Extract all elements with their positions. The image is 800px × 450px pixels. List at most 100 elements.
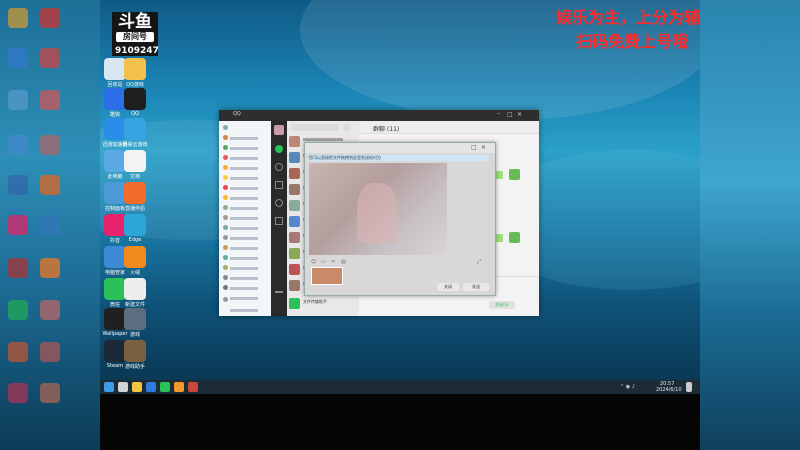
overlay-chat-popup[interactable]: ✕ □ 您可以直接把文件拖拽到这里发送给对方 ☺ ▭ ✂ ▤ ⤢ 关闭 发送 [304,142,496,296]
douyin-icon[interactable] [104,214,126,236]
left-blurred-backdrop [0,0,100,450]
stream-bottom-bar [100,394,700,450]
maximize-icon[interactable]: □ [471,144,477,151]
blurred-icon [40,300,60,320]
menu-icon[interactable] [275,291,283,293]
search-input[interactable] [291,124,339,131]
explorer-icon[interactable] [132,382,142,392]
minimize-icon[interactable]: – [497,110,500,117]
chat-icon[interactable] [275,145,283,153]
desktop-icon-label: 文档 [129,174,140,180]
blurred-icon [40,175,60,195]
game-icon[interactable] [124,308,146,330]
wechat-sidebar[interactable] [271,121,287,316]
wechat-icon[interactable] [160,382,170,392]
blurred-icon [8,90,28,110]
logo-text: 斗鱼 [118,12,152,32]
notification-icon[interactable] [686,382,692,392]
add-icon[interactable] [343,124,351,131]
file-transfer-label: 文件传输助手 [303,299,327,304]
close-button[interactable]: 关闭 [437,283,459,291]
blurred-icon [8,342,28,362]
send-button[interactable]: 发送(S) [489,301,515,309]
document-icon[interactable] [124,150,146,172]
promo-line-2: 扫码免费上号哦 [575,32,688,51]
list-item[interactable]: 文件传输助手 [289,297,357,311]
moments-icon[interactable] [275,199,283,207]
computer-icon[interactable] [104,150,126,172]
blurred-icon [8,48,28,68]
room-number: 9109247 [115,46,159,56]
live-companion-icon[interactable] [124,182,146,204]
blurred-icon [40,258,60,278]
close-icon[interactable]: ✕ [481,144,486,151]
kugou-icon[interactable] [104,88,126,110]
huorong-icon[interactable] [124,246,146,268]
blurred-icon [8,258,28,278]
windows-taskbar[interactable]: ⌃ ◉ ♪ 20:57 2024/6/10 [100,380,700,394]
wallpaper-icon[interactable] [104,308,126,330]
scissors-icon[interactable]: ✂ [331,259,335,265]
contacts-icon[interactable] [275,163,283,171]
logo-subtext: 房间号 [116,32,154,42]
media-icon[interactable] [188,382,198,392]
booster-icon[interactable] [104,118,126,140]
chat-title: 群聊 (11) [373,126,400,133]
image-thumbnail[interactable] [311,267,343,285]
desktop-icon-label: 游戏助手 [124,364,145,370]
wechat-icon[interactable] [104,278,126,300]
edge-icon[interactable] [124,214,146,236]
desktop-icon-label: QQ游戏 [126,82,144,88]
steam-icon[interactable] [104,340,126,362]
blurred-icon [40,383,60,403]
file-icon[interactable] [124,278,146,300]
control-panel-icon[interactable] [104,182,126,204]
video-preview [309,163,447,255]
tray-icons[interactable]: ⌃ ◉ ♪ [620,384,635,390]
close-icon[interactable]: ✕ [517,111,522,118]
message-bubble [495,234,503,242]
contact-tree[interactable] [219,121,271,316]
clock-date[interactable]: 2024/6/10 [656,387,682,393]
popup-titlebar[interactable]: ✕ □ [305,143,495,153]
desktop-icon-label: 网易云游戏 [122,142,148,148]
blurred-icon [40,342,60,362]
files-icon[interactable] [275,217,283,225]
desktop-icon-label: 直播伴侣 [124,206,145,212]
send-button[interactable]: 发送 [463,283,489,291]
popup-toolbar[interactable]: ☺ ▭ ✂ ▤ ⤢ [309,259,489,266]
blurred-icon [8,300,28,320]
avatar [509,169,520,180]
qq-penguin-icon[interactable] [124,88,146,110]
start-icon[interactable] [104,382,114,392]
helper-icon[interactable] [124,340,146,362]
qq-game-icon[interactable] [124,58,146,80]
blurred-icon [8,8,28,28]
blurred-icon [8,135,28,155]
chat-history-icon[interactable]: ▤ [341,259,346,265]
blurred-icon [40,90,60,110]
window-titlebar[interactable]: QQ ✕ □ – [219,110,539,121]
avatar [509,232,520,243]
blurred-icon [8,175,28,195]
message-bubble [495,171,503,179]
drag-file-notice: 您可以直接把文件拖拽到这里发送给对方 [309,155,489,161]
cloud-game-icon[interactable] [124,118,146,140]
avatar[interactable] [274,125,284,135]
blurred-icon [8,383,28,403]
blurred-icon [40,8,60,28]
maximize-icon[interactable]: □ [507,111,513,118]
desktop-icon-label: 火绒 [129,270,140,276]
folder-icon[interactable]: ▭ [321,259,326,265]
pc-manager-icon[interactable] [104,246,126,268]
search-icon[interactable] [118,382,128,392]
blurred-icon [8,215,28,235]
expand-icon[interactable]: ⤢ [477,259,481,265]
folder-icon[interactable] [174,382,184,392]
emoji-icon[interactable]: ☺ [311,259,316,265]
recycle-bin-icon[interactable] [104,58,126,80]
favorites-icon[interactable] [275,181,283,189]
qq-icon[interactable] [146,382,156,392]
blurred-icon [40,215,60,235]
desktop-icon-label: 新建文件 [124,302,145,308]
